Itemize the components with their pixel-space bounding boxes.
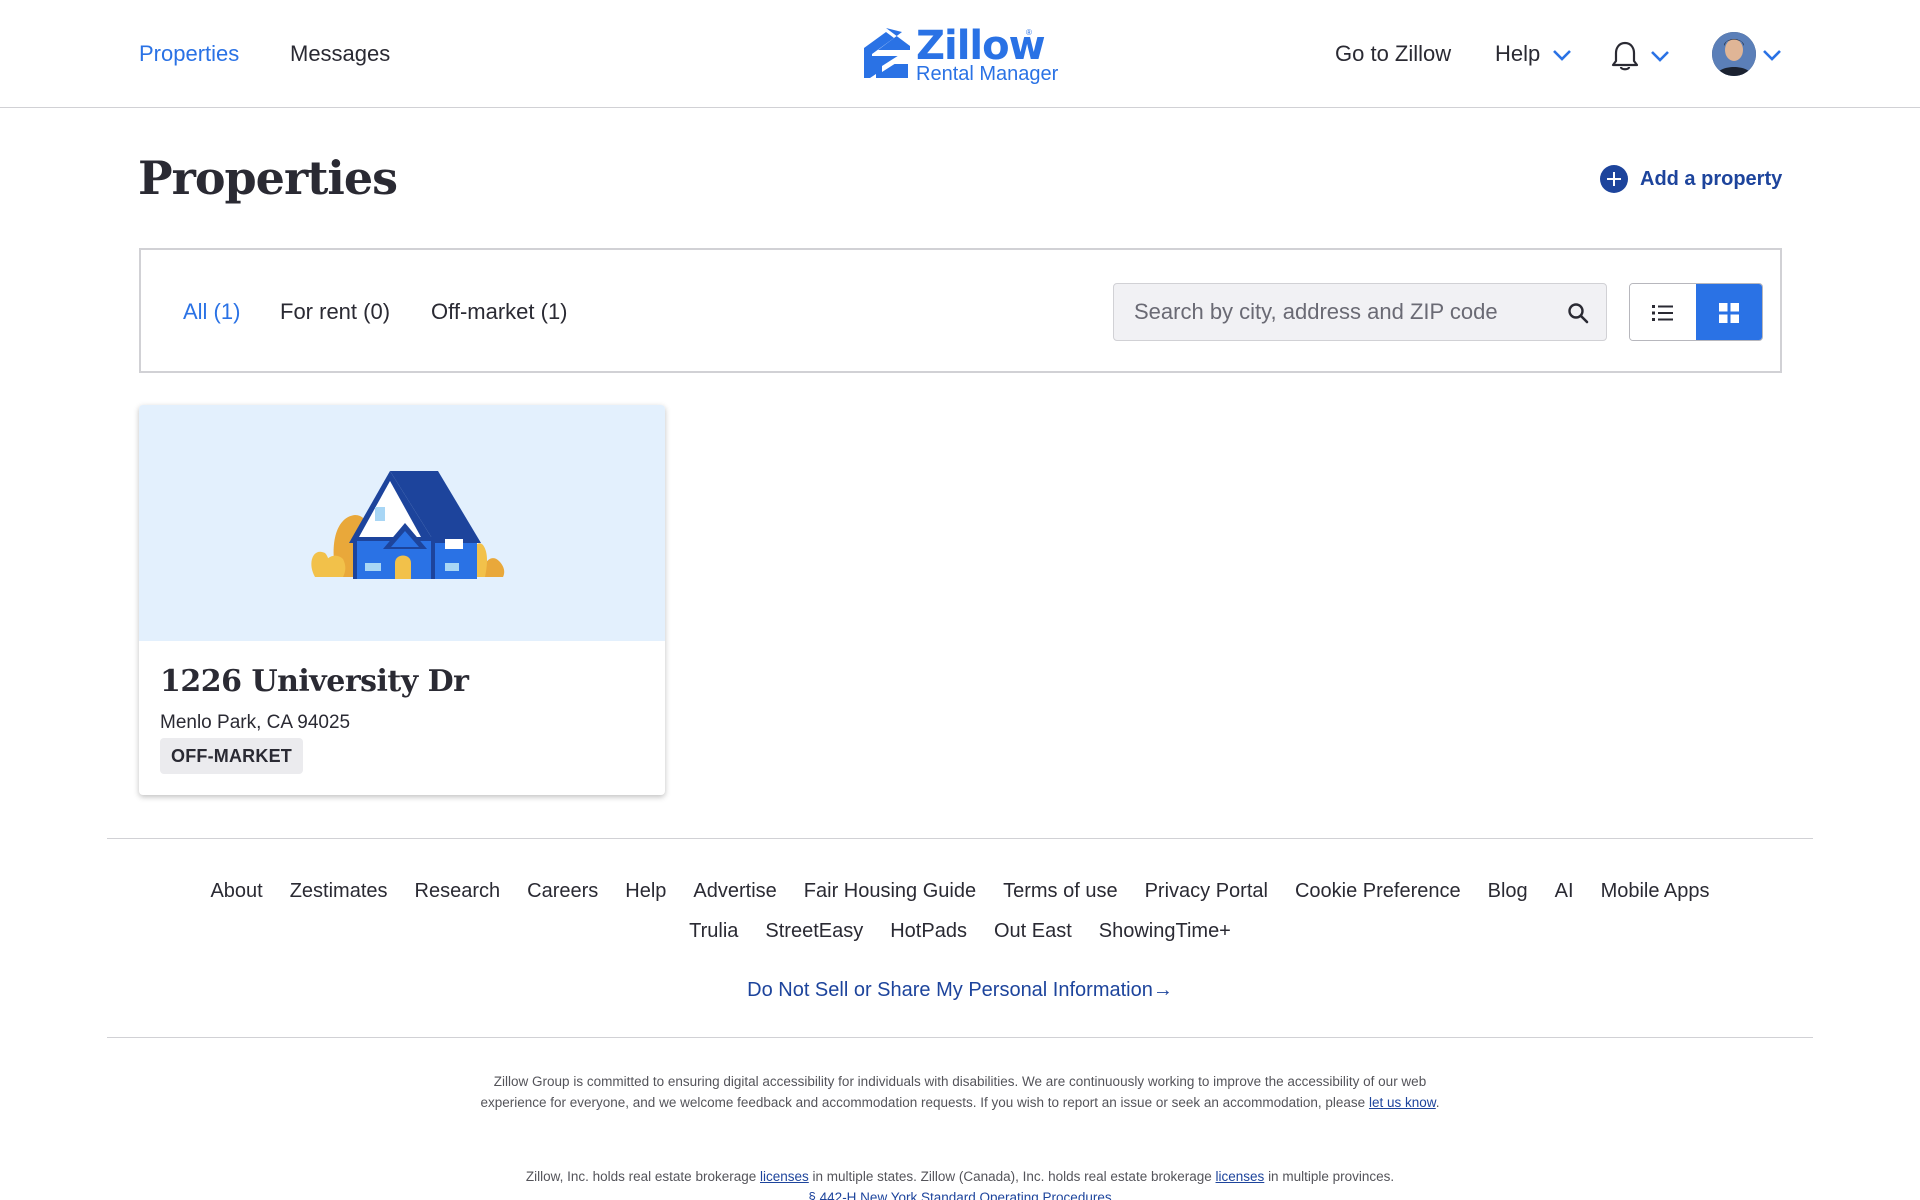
footer-link-fair-housing-guide[interactable]: Fair Housing Guide xyxy=(804,878,976,904)
list-view-button[interactable] xyxy=(1630,284,1696,340)
footer-link-terms-of-use[interactable]: Terms of use xyxy=(1003,878,1117,904)
footer-link-blog[interactable]: Blog xyxy=(1488,878,1528,904)
nav-properties[interactable]: Properties xyxy=(139,40,239,68)
add-property-button[interactable]: Add a property xyxy=(1600,164,1782,194)
footer-divider xyxy=(107,838,1813,839)
top-nav: Properties Messages Zillow ® Rental Mana… xyxy=(0,0,1920,108)
licenses-text-2: in multiple states. Zillow (Canada), Inc… xyxy=(812,1169,1212,1184)
footer-links: About Zestimates Research Careers Help A… xyxy=(0,878,1920,904)
property-address: 1226 University Dr xyxy=(160,664,469,699)
add-property-label: Add a property xyxy=(1640,167,1783,190)
zillow-logo-icon xyxy=(864,28,910,78)
plus-circle-icon xyxy=(1600,165,1628,193)
accessibility-text: Zillow Group is committed to ensuring di… xyxy=(480,1074,1427,1110)
search-icon[interactable] xyxy=(1566,301,1590,325)
footer-link-showingtime[interactable]: ShowingTime+ xyxy=(1099,918,1231,944)
property-image xyxy=(139,405,665,641)
footer-link-mobile-apps[interactable]: Mobile Apps xyxy=(1601,878,1710,904)
accessibility-statement: Zillow Group is committed to ensuring di… xyxy=(460,1071,1460,1113)
search-box xyxy=(1113,283,1607,341)
footer-link-help[interactable]: Help xyxy=(625,878,666,904)
footer-link-research[interactable]: Research xyxy=(415,878,501,904)
accessibility-period: . xyxy=(1435,1095,1440,1110)
licenses-statement: Zillow, Inc. holds real estate brokerage… xyxy=(460,1166,1460,1200)
zillow-rental-manager-logo[interactable]: Zillow ® Rental Manager xyxy=(860,24,1060,86)
footer-link-careers[interactable]: Careers xyxy=(527,878,598,904)
tab-for-rent[interactable]: For rent (0) xyxy=(280,298,390,326)
footer-link-trulia[interactable]: Trulia xyxy=(689,918,738,944)
bell-icon xyxy=(1611,41,1639,71)
footer-link-privacy-portal[interactable]: Privacy Portal xyxy=(1145,878,1268,904)
chevron-down-icon xyxy=(1763,50,1781,61)
house-illustration xyxy=(311,471,505,579)
avatar xyxy=(1712,32,1756,76)
page-title: Properties xyxy=(138,151,398,205)
footer-link-streeteasy[interactable]: StreetEasy xyxy=(765,918,863,944)
property-card[interactable]: 1226 University Dr Menlo Park, CA 94025 … xyxy=(139,405,665,795)
logo-subtitle: Rental Manager xyxy=(916,63,1059,85)
property-location: Menlo Park, CA 94025 xyxy=(160,712,351,733)
do-not-sell-link[interactable]: Do Not Sell or Share My Personal Informa… xyxy=(0,977,1920,1003)
footer-link-about[interactable]: About xyxy=(210,878,262,904)
logo-registered-mark: ® xyxy=(1026,28,1032,37)
tab-off-market[interactable]: Off-market (1) xyxy=(431,298,568,326)
go-to-zillow-link[interactable]: Go to Zillow xyxy=(1335,40,1451,68)
help-menu[interactable]: Help xyxy=(1495,40,1572,68)
licenses-link-provinces[interactable]: licenses xyxy=(1216,1169,1265,1184)
grid-view-icon xyxy=(1719,303,1739,323)
tab-all[interactable]: All (1) xyxy=(183,298,240,326)
view-toggle xyxy=(1629,283,1763,341)
footer-link-hotpads[interactable]: HotPads xyxy=(890,918,967,944)
licenses-text-1: Zillow, Inc. holds real estate brokerage xyxy=(525,1169,757,1184)
licenses-text-3: in multiple provinces. xyxy=(1268,1169,1395,1184)
notifications-menu[interactable] xyxy=(1610,40,1670,74)
nav-messages[interactable]: Messages xyxy=(290,40,390,68)
licenses-link-states[interactable]: licenses xyxy=(760,1169,809,1184)
search-input[interactable] xyxy=(1134,284,1554,340)
help-label: Help xyxy=(1495,41,1541,66)
filter-bar: All (1) For rent (0) Off-market (1) xyxy=(139,248,1782,373)
chevron-down-icon xyxy=(1651,51,1669,62)
account-menu[interactable] xyxy=(1710,32,1782,76)
footer-brand-links: Trulia StreetEasy HotPads Out East Showi… xyxy=(0,918,1920,944)
let-us-know-link[interactable]: let us know xyxy=(1369,1095,1436,1110)
footer-link-zestimates[interactable]: Zestimates xyxy=(290,878,388,904)
chevron-down-icon xyxy=(1553,50,1572,62)
footer-divider-legal xyxy=(107,1037,1813,1038)
status-badge: OFF-MARKET xyxy=(160,738,303,774)
footer-link-cookie-preference[interactable]: Cookie Preference xyxy=(1295,878,1461,904)
footer-link-out-east[interactable]: Out East xyxy=(994,918,1072,944)
list-view-icon xyxy=(1652,305,1673,321)
grid-view-button[interactable] xyxy=(1696,284,1762,340)
footer-link-advertise[interactable]: Advertise xyxy=(693,878,776,904)
footer-link-ai[interactable]: AI xyxy=(1555,878,1574,904)
ny-sop-link[interactable]: § 442-H New York Standard Operating Proc… xyxy=(808,1190,1111,1200)
